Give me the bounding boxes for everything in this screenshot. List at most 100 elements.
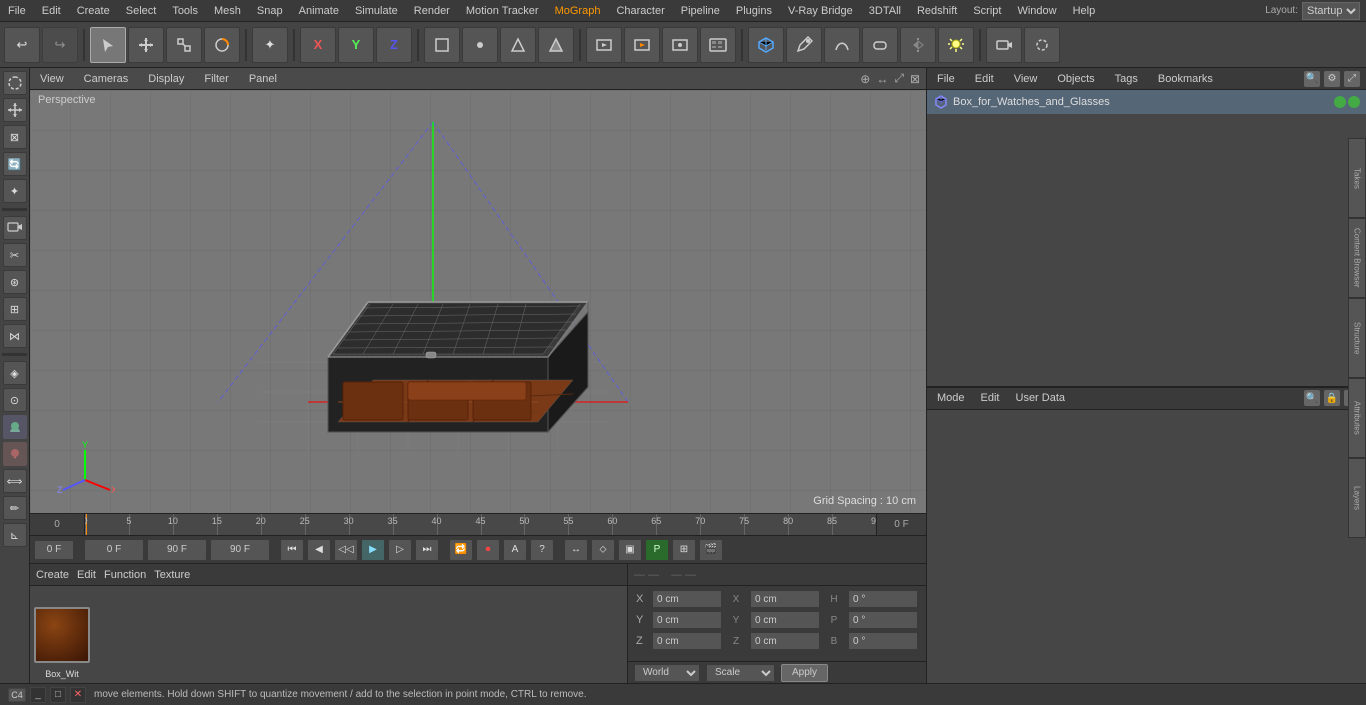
om-menu-view[interactable]: View [1010, 71, 1042, 87]
menu-character[interactable]: Character [608, 3, 672, 19]
pos-y-field[interactable] [652, 611, 722, 629]
camera-btn[interactable] [986, 27, 1022, 63]
status-close[interactable]: ✕ [70, 687, 86, 703]
z-axis-btn[interactable]: Z [376, 27, 412, 63]
menu-tools[interactable]: Tools [164, 3, 206, 19]
layout-dropdown[interactable]: Startup [1302, 2, 1360, 20]
question-btn[interactable]: ? [530, 539, 554, 561]
pos-key-btn[interactable]: P [645, 539, 669, 561]
bridge-btn[interactable]: ⊞ [3, 297, 27, 321]
poly-pen-btn[interactable]: ✏ [3, 496, 27, 520]
transform-tool[interactable]: ✦ [252, 27, 288, 63]
light-btn[interactable] [938, 27, 974, 63]
menu-file[interactable]: File [0, 3, 34, 19]
menu-mesh[interactable]: Mesh [206, 3, 249, 19]
rotate-side-btn[interactable]: 🔄 [3, 152, 27, 176]
timeline-frame-field[interactable]: 0 F [876, 514, 926, 535]
loop-cut-btn[interactable]: ⊙ [3, 388, 27, 412]
auto-key-btn[interactable]: A [503, 539, 527, 561]
menu-snap[interactable]: Snap [249, 3, 291, 19]
viewport-menu-filter[interactable]: Filter [200, 71, 232, 87]
preview-end2-field[interactable] [220, 540, 260, 560]
scale-dropdown[interactable]: Scale Absolute [706, 664, 775, 682]
menu-create[interactable]: Create [69, 3, 118, 19]
pos-x-field[interactable] [652, 590, 722, 608]
play-forward-btn[interactable]: ▶ [361, 539, 385, 561]
visibility-dot-1[interactable] [1334, 96, 1346, 108]
menu-edit[interactable]: Edit [34, 3, 69, 19]
live-selection-btn[interactable] [3, 71, 27, 95]
goto-start-btn[interactable]: ⏮ [280, 539, 304, 561]
edge-mode-btn[interactable] [500, 27, 536, 63]
play-reverse-btn[interactable]: ◁◁ [334, 539, 358, 561]
grid-play-btn[interactable]: ⊞ [672, 539, 696, 561]
paint-btn[interactable] [3, 442, 27, 466]
om-menu-file[interactable]: File [933, 71, 959, 87]
scale-side-btn[interactable]: ⊠ [3, 125, 27, 149]
visibility-dot-2[interactable] [1348, 96, 1360, 108]
menu-script[interactable]: Script [965, 3, 1009, 19]
timeline-ruler[interactable]: 051015202530354045505560657075808590 [85, 514, 876, 535]
om-expand-icon[interactable]: ⤢ [1344, 71, 1360, 87]
weld-btn[interactable]: ⋈ [3, 324, 27, 348]
apply-button[interactable]: Apply [781, 664, 828, 682]
vtab-content-browser[interactable]: Content Browser [1348, 218, 1366, 298]
mirror-btn[interactable] [900, 27, 936, 63]
scale-z-field[interactable] [750, 632, 820, 650]
snap-play-btn[interactable]: ↔ [564, 539, 588, 561]
render-anim-btn[interactable] [700, 27, 736, 63]
vtab-takes[interactable]: Takes [1348, 138, 1366, 218]
move-btn[interactable] [3, 98, 27, 122]
preview-end-input[interactable] [147, 539, 207, 561]
bevel-btn[interactable]: ◈ [3, 361, 27, 385]
start-frame-input[interactable] [34, 540, 74, 560]
scale-tool[interactable] [166, 27, 202, 63]
pen-tool-btn[interactable] [786, 27, 822, 63]
om-menu-objects[interactable]: Objects [1053, 71, 1098, 87]
viewport-icon-1[interactable]: ⊕ [860, 72, 870, 86]
menu-redshift[interactable]: Redshift [909, 3, 965, 19]
menu-motion-tracker[interactable]: Motion Tracker [458, 3, 547, 19]
viewport-menu-panel[interactable]: Panel [245, 71, 281, 87]
om-settings-icon[interactable]: ⚙ [1324, 71, 1340, 87]
status-icon-cinema[interactable]: C4 [8, 688, 26, 702]
cube-primitive-btn[interactable] [748, 27, 784, 63]
goto-end-btn[interactable]: ⏭ [415, 539, 439, 561]
key-btn[interactable]: ⬦ [591, 539, 615, 561]
world-dropdown[interactable]: World Object Camera [634, 664, 700, 682]
move-tool[interactable] [128, 27, 164, 63]
knife-btn[interactable]: ✂ [3, 243, 27, 267]
scale-y-field[interactable] [750, 611, 820, 629]
snap-side-btn[interactable]: ⊾ [3, 523, 27, 547]
redo-button[interactable]: ↪ [42, 27, 78, 63]
camera-side-btn[interactable] [3, 216, 27, 240]
attr-menu-edit[interactable]: Edit [977, 390, 1004, 406]
mat-menu-function[interactable]: Function [104, 569, 146, 581]
om-search-icon[interactable]: 🔍 [1304, 71, 1320, 87]
status-minimize[interactable]: _ [30, 687, 46, 703]
motion-key-btn[interactable]: ▣ [618, 539, 642, 561]
viewport-icon-2[interactable]: ↔ [876, 72, 888, 86]
render-region-btn[interactable] [586, 27, 622, 63]
preview-play-btn[interactable]: 🎬 [699, 539, 723, 561]
menu-help[interactable]: Help [1065, 3, 1104, 19]
poly-mode-btn[interactable] [538, 27, 574, 63]
transform-side-btn[interactable]: ✦ [3, 179, 27, 203]
undo-button[interactable]: ↩ [4, 27, 40, 63]
mat-menu-create[interactable]: Create [36, 569, 69, 581]
attr-menu-mode[interactable]: Mode [933, 390, 969, 406]
preview-end2-input[interactable] [210, 539, 270, 561]
menu-window[interactable]: Window [1009, 3, 1064, 19]
object-mode-btn[interactable] [424, 27, 460, 63]
viewport-3d[interactable]: Perspective [30, 90, 926, 513]
attr-lock-icon[interactable]: 🔒 [1324, 390, 1340, 406]
vtab-structure[interactable]: Structure [1348, 298, 1366, 378]
menu-animate[interactable]: Animate [291, 3, 347, 19]
viewport-icon-4[interactable]: ⊠ [910, 72, 920, 86]
render-view-btn[interactable] [624, 27, 660, 63]
menu-mograph[interactable]: MoGraph [547, 3, 609, 19]
vtab-attributes[interactable]: Attributes [1348, 378, 1366, 458]
om-menu-edit[interactable]: Edit [971, 71, 998, 87]
menu-render[interactable]: Render [406, 3, 458, 19]
point-mode-btn[interactable] [462, 27, 498, 63]
